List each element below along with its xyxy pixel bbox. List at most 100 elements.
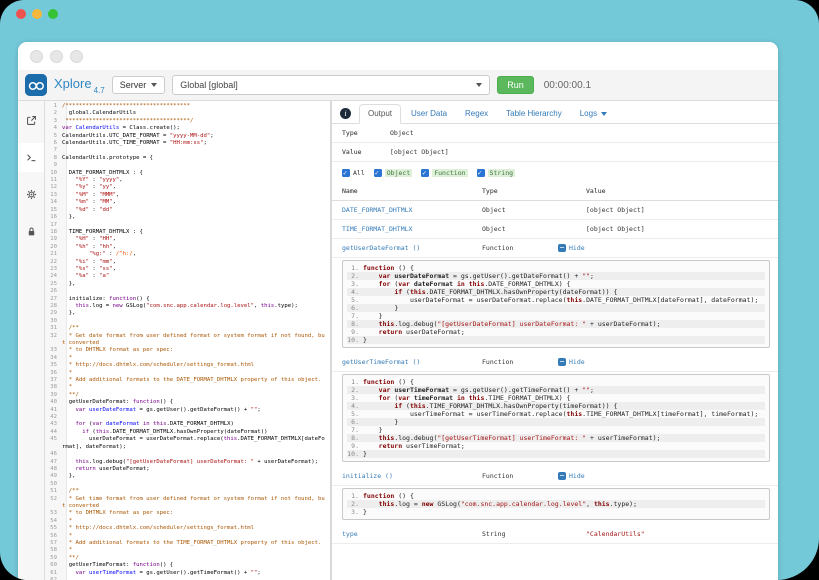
- filter-string[interactable]: String: [477, 169, 515, 177]
- line-number: 45: [45, 436, 62, 451]
- code-text: this.log = new GSLog("com.snc.app.calend…: [62, 303, 330, 310]
- browser-close-icon[interactable]: [30, 50, 43, 63]
- editor-line: 48 return userDateFormat;: [45, 466, 330, 473]
- source-line-number: 1.: [347, 378, 363, 386]
- line-number: 14: [45, 199, 62, 206]
- filter-object[interactable]: Object: [374, 169, 412, 177]
- source-code-text: for (var dateFormat in this.DATE_FORMAT_…: [363, 280, 765, 288]
- result-name-link[interactable]: initialize (): [332, 472, 482, 480]
- browser-maximize-icon[interactable]: [70, 50, 83, 63]
- result-name-link[interactable]: TIME_FORMAT_DHTMLX: [332, 225, 482, 233]
- code-text: "%i" : "mm",: [62, 259, 330, 266]
- code-text: CalendarUtils.UTC_DATE_FORMAT = "yyyy-MM…: [62, 133, 330, 140]
- result-name-link[interactable]: getUserTimeFormat (): [332, 358, 482, 366]
- editor-line: 23 "%s" : "ss",: [45, 266, 330, 273]
- checkbox-icon[interactable]: [421, 169, 429, 177]
- line-number: 26: [45, 288, 62, 295]
- info-icon[interactable]: [340, 108, 351, 119]
- editor-line: 15 "%d" : "dd": [45, 207, 330, 214]
- hide-label: Hide: [569, 358, 585, 366]
- editor-line: 46: [45, 451, 330, 458]
- result-row: DATE_FORMAT_DHTMLXObject[object Object]: [332, 201, 778, 220]
- line-number: 37: [45, 377, 62, 384]
- server-dropdown-button[interactable]: Server: [112, 76, 166, 94]
- result-name-link[interactable]: DATE_FORMAT_DHTMLX: [332, 206, 482, 214]
- type-filters: All Object Function String: [332, 162, 778, 182]
- line-number: 27: [45, 296, 62, 303]
- source-line: 6. }: [347, 418, 765, 426]
- source-line: 7. }: [347, 312, 765, 320]
- security-button[interactable]: [18, 217, 44, 246]
- line-number: 1: [45, 103, 62, 110]
- source-line-number: 1.: [347, 264, 363, 272]
- filter-all[interactable]: All: [342, 169, 365, 177]
- editor-line: 7: [45, 147, 330, 154]
- code-editor[interactable]: 1/*************************************2…: [45, 101, 330, 580]
- source-line-number: 5.: [347, 410, 363, 418]
- browser-minimize-icon[interactable]: [50, 50, 63, 63]
- tab-output[interactable]: Output: [359, 104, 401, 124]
- detail-row: TypeObject: [332, 124, 778, 143]
- code-text: "%g:" : /^h:/,: [62, 251, 330, 258]
- editor-line: 2 global.CalendarUtils: [45, 110, 330, 117]
- hide-link[interactable]: Hide: [558, 358, 585, 366]
- settings-button[interactable]: [18, 180, 44, 209]
- minimize-window-icon[interactable]: [32, 9, 42, 19]
- source-line: 2. var userDateFormat = gs.getUser().get…: [347, 272, 765, 280]
- checkbox-icon[interactable]: [477, 169, 485, 177]
- tab-table-hierarchy[interactable]: Table Hierarchy: [498, 105, 570, 123]
- line-number: 25: [45, 281, 62, 288]
- editor-line: 4var CalendarUtils = Class.create();: [45, 125, 330, 132]
- line-number: 47: [45, 459, 62, 466]
- source-code-text: function () {: [363, 264, 765, 272]
- line-number: 35: [45, 362, 62, 369]
- source-line-number: 1.: [347, 492, 363, 500]
- tab-user-data[interactable]: User Data: [403, 105, 455, 123]
- source-code-text: this.log.debug("[getUserDateFormat] user…: [363, 320, 765, 328]
- hide-link[interactable]: Hide: [558, 472, 585, 480]
- source-line-number: 9.: [347, 442, 363, 450]
- line-number: 5: [45, 133, 62, 140]
- tab-logs[interactable]: Logs: [572, 105, 615, 123]
- scope-select[interactable]: Global [global]: [172, 75, 490, 95]
- detail-label: Type: [342, 129, 390, 137]
- code-text: [62, 318, 330, 325]
- line-number: 10: [45, 170, 62, 177]
- editor-line: 40 getUserDateFormat: function() {: [45, 399, 330, 406]
- line-number: 29: [45, 310, 62, 317]
- result-name-link[interactable]: getUserDateFormat (): [332, 244, 482, 252]
- editor-line: 50: [45, 481, 330, 488]
- filter-function[interactable]: Function: [421, 169, 467, 177]
- line-number: 59: [45, 555, 62, 562]
- code-text: /**: [62, 488, 330, 495]
- code-text: [62, 451, 330, 458]
- tab-regex[interactable]: Regex: [457, 105, 496, 123]
- checkbox-icon[interactable]: [342, 169, 350, 177]
- source-code-text: if (this.TIME_FORMAT_DHTMLX.hasOwnProper…: [363, 402, 765, 410]
- line-number: 22: [45, 259, 62, 266]
- tab-label: Logs: [580, 109, 597, 118]
- code-text: * http://docs.dhtmlx.com/scheduler/setti…: [62, 362, 330, 369]
- open-in-new-window-button[interactable]: [18, 106, 44, 135]
- checkbox-icon[interactable]: [374, 169, 382, 177]
- line-number: 53: [45, 510, 62, 517]
- result-row: getUserTimeFormat ()FunctionHide: [332, 353, 778, 372]
- editor-line: 54 *: [45, 518, 330, 525]
- maximize-window-icon[interactable]: [48, 9, 58, 19]
- run-button[interactable]: Run: [497, 76, 534, 94]
- hide-link[interactable]: Hide: [558, 244, 585, 252]
- line-number: 41: [45, 407, 62, 414]
- tab-label: Table Hierarchy: [506, 109, 562, 118]
- code-text: this.log.debug("[getUserDateFormat] user…: [62, 459, 330, 466]
- script-editor-button[interactable]: [18, 143, 44, 172]
- tab-label: User Data: [411, 109, 447, 118]
- code-text: "%d" : "dd": [62, 207, 330, 214]
- close-window-icon[interactable]: [16, 9, 26, 19]
- editor-line: 60 getUserTimeFormat: function() {: [45, 562, 330, 569]
- source-code-text: function () {: [363, 492, 765, 500]
- line-number: 55: [45, 525, 62, 532]
- result-name-link[interactable]: type: [332, 530, 482, 538]
- output-scroll-area[interactable]: TypeObjectValue[object Object] AllObject…: [332, 124, 778, 580]
- output-panel: OutputUser DataRegexTable HierarchyLogs …: [332, 101, 778, 580]
- code-text: *: [62, 370, 330, 377]
